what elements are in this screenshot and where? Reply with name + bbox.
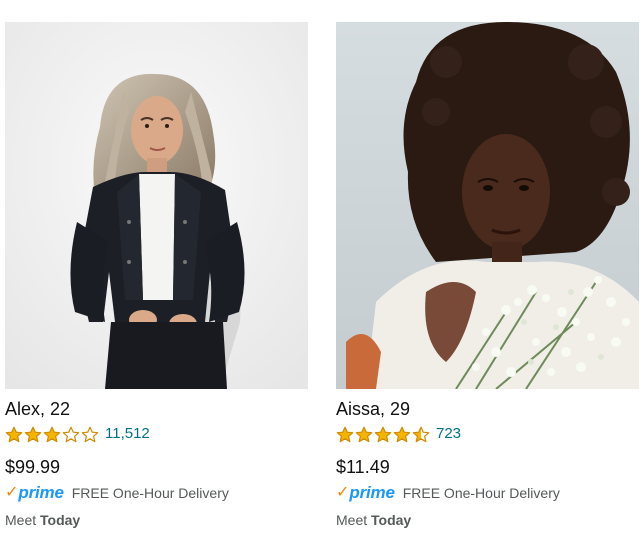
price: $11.49 [336, 457, 390, 477]
prime-check-icon: ✓ [5, 484, 19, 501]
star-empty-icon [81, 426, 99, 442]
prime-delivery-row: ✓ prime FREE One-Hour Delivery [336, 483, 639, 503]
prime-wordmark: prime [18, 483, 64, 502]
prime-wordmark: prime [349, 483, 395, 502]
delivery-text: FREE One-Hour Delivery [71, 485, 229, 501]
star-empty-icon [62, 426, 80, 442]
product-image[interactable] [5, 22, 308, 389]
prime-check-icon: ✓ [336, 484, 350, 501]
meet-when: Today [371, 512, 412, 528]
price: $99.99 [5, 457, 61, 477]
rating-row[interactable]: 723 [336, 424, 639, 444]
star-full-icon [43, 426, 61, 442]
prime-logo: ✓ prime [5, 483, 64, 503]
rating-row[interactable]: 11,512 [5, 424, 308, 444]
review-count-link[interactable]: 723 [436, 424, 461, 444]
review-count-link[interactable]: 11,512 [105, 424, 150, 444]
star-half-icon [412, 426, 430, 442]
meet-label: Meet [336, 512, 368, 528]
delivery-text: FREE One-Hour Delivery [402, 485, 560, 501]
product-title[interactable]: Aissa, 29 [336, 398, 639, 420]
star-full-icon [336, 426, 354, 442]
meet-when: Today [40, 512, 81, 528]
star-full-icon [393, 426, 411, 442]
meet-label: Meet [5, 512, 37, 528]
product-card[interactable]: Aissa, 29 723 $11.49 ✓ prime FREE One-Ho… [336, 22, 639, 529]
product-photo-woman-flowers [336, 22, 639, 389]
product-photo-woman-denim-jacket [5, 22, 308, 389]
star-full-icon [374, 426, 392, 442]
prime-delivery-row: ✓ prime FREE One-Hour Delivery [5, 483, 308, 503]
meet-row: Meet Today [5, 511, 308, 529]
star-rating[interactable] [336, 426, 430, 443]
star-rating[interactable] [5, 426, 99, 443]
star-full-icon [5, 426, 23, 442]
star-full-icon [355, 426, 373, 442]
product-image[interactable] [336, 22, 639, 389]
prime-logo: ✓ prime [336, 483, 395, 503]
product-title[interactable]: Alex, 22 [5, 398, 308, 420]
product-card[interactable]: Alex, 22 11,512 $99.99 ✓ prime FREE One-… [5, 22, 308, 529]
star-full-icon [24, 426, 42, 442]
meet-row: Meet Today [336, 511, 639, 529]
